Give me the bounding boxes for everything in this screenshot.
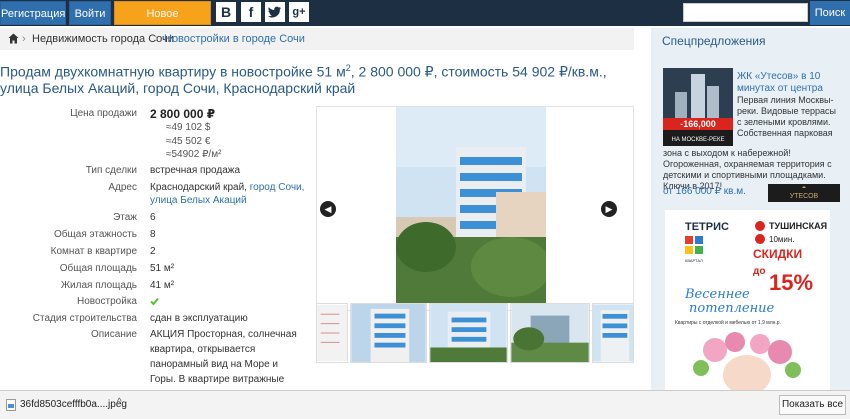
floors-row: Общая этажность 8 <box>0 227 310 243</box>
breadcrumb-item-newbuilds[interactable]: Новостройки в городе Сочи <box>164 28 305 50</box>
gallery-thumbnail[interactable] <box>316 303 348 363</box>
utesov-ad-text: Первая линия Москвы-реки. Видовые террас… <box>737 95 837 138</box>
breadcrumb-separator: › <box>22 33 26 45</box>
utesov-ad-image[interactable]: -166,000 НА МОСКВЕ-РЕКЕ <box>663 68 733 146</box>
rooms-label: Комнат в квартире <box>50 246 137 257</box>
breadcrumb-item-realty[interactable]: Недвижимость города Сочи <box>32 28 174 50</box>
area-label: Общая площадь <box>59 263 137 274</box>
rooms-row: Комнат в квартире 2 <box>0 244 310 260</box>
gallery-thumbnail[interactable] <box>592 303 634 363</box>
desc-label: Описание <box>90 329 137 340</box>
show-all-downloads-button[interactable]: Показать все <box>779 395 846 415</box>
twitter-bird-glyph <box>268 6 281 18</box>
deal-label: Тип сделки <box>85 165 137 176</box>
tetris-brand: ТЕТРИС <box>685 221 729 233</box>
tetris-slogan-1: Весеннее <box>684 287 750 302</box>
breadcrumb: › Недвижимость города Сочи › Новостройки… <box>0 28 634 50</box>
utesov-ad-title[interactable]: ЖК «Утесов» в 10 минутах от центра <box>737 71 847 95</box>
chevron-up-icon[interactable]: ^ <box>117 397 122 408</box>
living-row: Жилая площадь 41 м² <box>0 278 310 294</box>
main-photo[interactable] <box>396 107 546 303</box>
photo-gallery: ◀ ▶ <box>316 106 634 311</box>
gallery-thumbnail[interactable] <box>350 303 427 363</box>
stage-label: Стадия строительства <box>32 313 137 324</box>
downloads-bar: 36fd8503cefffb0a....jpeg ^ Показать все <box>0 390 850 419</box>
tetris-sale-upto: до <box>753 266 765 277</box>
title-main: Продам двухкомнатную квартиру в новостро… <box>0 63 346 80</box>
tetris-sale-percent: 15% <box>769 270 813 295</box>
tetris-metro: ТУШИНСКАЯ <box>769 221 827 231</box>
living-label: Жилая площадь <box>60 280 137 291</box>
utesov-discount-caption: НА МОСКВЕ-РЕКЕ <box>672 137 725 143</box>
price-label: Цена продажи <box>70 108 137 119</box>
living-value: 41 м² <box>150 280 175 291</box>
floors-value: 8 <box>150 229 156 240</box>
gallery-thumbnail[interactable] <box>429 303 508 363</box>
floor-label: Этаж <box>113 212 137 223</box>
tetris-ad-banner[interactable]: ТЕТРИС КВАРТАЛ ТУШИНСКАЯ 10мин. СКИДКИ д… <box>665 210 830 390</box>
next-photo-button[interactable]: ▶ <box>601 201 617 217</box>
tetris-brand-sub: КВАРТАЛ <box>685 258 703 263</box>
prev-photo-button[interactable]: ◀ <box>320 201 336 217</box>
metro-icon <box>755 221 765 231</box>
new-ad-button[interactable]: Новое объявление <box>114 1 211 44</box>
gallery-thumbnail[interactable] <box>510 303 590 363</box>
login-button[interactable]: Войти <box>69 1 111 25</box>
utesov-ad[interactable]: -166,000 НА МОСКВЕ-РЕКЕ ЖК «Утесов» в 10… <box>663 68 843 203</box>
floor-value: 6 <box>150 212 156 223</box>
vk-icon[interactable]: B <box>216 2 236 22</box>
utesov-logo-text: УТЕСОВ <box>790 193 819 200</box>
register-button[interactable]: Регистрация <box>0 1 66 25</box>
tetris-metro-time: 10мин. <box>769 235 795 244</box>
price-eur: ≈45 502 € <box>166 136 211 147</box>
rooms-value: 2 <box>150 246 156 257</box>
twitter-icon[interactable] <box>265 2 285 22</box>
floor-row: Этаж 6 <box>0 210 310 226</box>
search-button[interactable]: Поиск <box>810 1 850 25</box>
special-offers-title: Спецпредложения <box>662 34 766 48</box>
image-file-icon <box>6 399 16 411</box>
utesov-logo: УТЕСОВ <box>768 184 840 202</box>
area-value: 51 м² <box>150 263 175 274</box>
area-row: Общая площадь 51 м² <box>0 261 310 277</box>
facebook-icon[interactable]: f <box>241 2 261 22</box>
home-icon[interactable] <box>8 33 19 44</box>
breadcrumb-separator: › <box>155 33 159 45</box>
deal-value: встречная продажа <box>150 165 241 176</box>
price-usd: ≈49 102 $ <box>166 122 211 133</box>
tetris-slogan-2: потепление <box>689 301 774 316</box>
search-input[interactable] <box>683 3 808 22</box>
address-street-row: улица Белых Акаций <box>0 193 310 209</box>
newbuild-label: Новостройка <box>77 296 137 307</box>
utesov-ad-price: от 166 000 ₽ кв.м. <box>663 186 746 197</box>
stage-value: сдан в эксплуатацию <box>150 313 248 324</box>
stage-row: Стадия строительства сдан в эксплуатацию <box>0 311 310 327</box>
top-bar: Регистрация Войти Новое объявление B f g… <box>0 0 850 44</box>
deal-row: Тип сделки встречная продажа <box>0 163 310 179</box>
utesov-discount: -166,000 <box>680 119 716 129</box>
address-region: Краснодарский край, <box>150 182 247 193</box>
tetris-note: Квартиры с отделкой и мебелью от 1,9 млн… <box>675 319 781 326</box>
price-per-m2: ≈54902 ₽/м² <box>166 149 222 160</box>
google-plus-icon[interactable]: g+ <box>289 2 309 22</box>
page-title: Продам двухкомнатную квартиру в новостро… <box>0 60 640 96</box>
address-city-link[interactable]: город Сочи, <box>250 182 305 193</box>
tetris-sale: СКИДКИ <box>753 247 802 261</box>
price-value: 2 800 000 ₽ <box>150 107 216 121</box>
check-icon <box>150 297 159 306</box>
address-street-link[interactable]: улица Белых Акаций <box>150 193 247 209</box>
clock-icon <box>755 234 765 244</box>
floors-label: Общая этажность <box>54 229 137 240</box>
download-file-name[interactable]: 36fd8503cefffb0a....jpeg <box>20 399 127 410</box>
